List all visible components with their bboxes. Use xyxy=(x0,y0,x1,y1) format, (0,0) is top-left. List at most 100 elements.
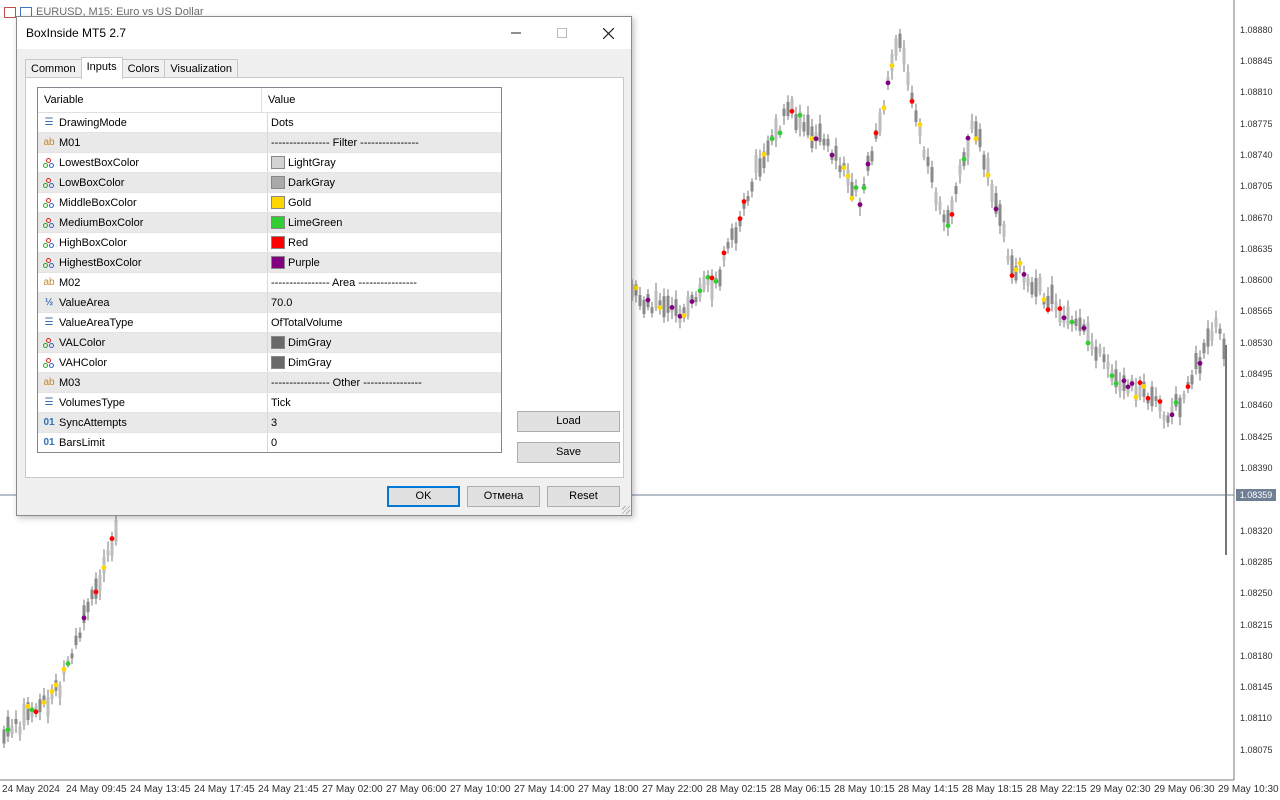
input-row-volumestype[interactable]: ☰ VolumesType Tick xyxy=(38,393,501,413)
input-row-barslimit[interactable]: 01 BarsLimit 0 xyxy=(38,433,501,452)
color-swatch xyxy=(271,356,285,369)
value-text: DimGray xyxy=(288,336,332,349)
candle-body xyxy=(98,575,102,592)
value-text: LightGray xyxy=(288,156,336,169)
value-text: Red xyxy=(288,236,309,249)
box-dot xyxy=(1009,273,1015,278)
price-tick-label: 1.08390 xyxy=(1240,463,1273,473)
candle-body xyxy=(642,299,646,315)
value-cell[interactable]: DimGray xyxy=(268,333,501,352)
variable-cell: 01 SyncAttempts xyxy=(38,413,268,432)
box-dot xyxy=(889,63,895,69)
maximize-button xyxy=(539,17,585,49)
box-dot xyxy=(945,223,951,229)
input-row-m01[interactable]: ab M01 ---------------- Filter -----------… xyxy=(38,133,501,153)
double-icon: ½ xyxy=(44,297,54,308)
box-dot xyxy=(1013,267,1019,272)
value-cell[interactable]: DimGray xyxy=(268,353,501,372)
variable-cell: 01 BarsLimit xyxy=(38,433,268,452)
price-tick-label: 1.08075 xyxy=(1240,745,1273,755)
box-dot xyxy=(669,304,675,310)
resize-grip-icon[interactable] xyxy=(622,506,630,514)
value-cell[interactable]: LimeGreen xyxy=(268,213,501,232)
time-tick-label: 27 May 22:00 xyxy=(642,784,703,795)
ok-button[interactable]: OK xyxy=(387,486,460,507)
value-cell[interactable]: 0 xyxy=(268,433,501,452)
string-icon: ab xyxy=(43,277,55,288)
value-cell[interactable]: 70.0 xyxy=(268,293,501,312)
value-cell[interactable]: Red xyxy=(268,233,501,252)
input-row-vahcolor[interactable]: VAHColor DimGray xyxy=(38,353,501,373)
time-tick-label: 27 May 06:00 xyxy=(386,784,447,795)
candle-body xyxy=(1118,379,1122,392)
input-row-lowestboxcolor[interactable]: LowestBoxColor LightGray xyxy=(38,153,501,173)
candle-body xyxy=(998,204,1002,226)
tab-visualization[interactable]: Visualization xyxy=(164,59,238,79)
save-button[interactable]: Save xyxy=(517,442,620,463)
box-dot xyxy=(5,727,11,733)
value-column-header[interactable]: Value xyxy=(262,88,501,112)
input-row-mediumboxcolor[interactable]: MediumBoxColor LimeGreen xyxy=(38,213,501,233)
int-icon: 01 xyxy=(43,417,55,428)
value-cell[interactable]: Tick xyxy=(268,393,501,412)
input-row-valcolor[interactable]: VALColor DimGray xyxy=(38,333,501,353)
time-tick-label: 28 May 10:15 xyxy=(834,784,895,795)
value-cell[interactable]: ---------------- Filter ---------------- xyxy=(268,133,501,152)
candle-body xyxy=(106,550,110,556)
price-tick-label: 1.08495 xyxy=(1240,369,1273,379)
box-dot xyxy=(1061,315,1067,321)
value-cell[interactable]: DarkGray xyxy=(268,173,501,192)
box-dot xyxy=(853,185,859,190)
candle-body xyxy=(1154,396,1158,401)
value-text: ---------------- Area ---------------- xyxy=(271,276,417,289)
candle-body xyxy=(1086,322,1090,344)
value-cell[interactable]: Gold xyxy=(268,193,501,212)
maximize-icon xyxy=(557,28,567,38)
input-row-valueareatype[interactable]: ☰ ValueAreaType OfTotalVolume xyxy=(38,313,501,333)
color-icon xyxy=(43,157,55,168)
tab-common[interactable]: Common xyxy=(25,59,82,79)
cancel-button[interactable]: Отмена xyxy=(467,486,540,507)
candle-body xyxy=(1050,284,1054,305)
box-dot xyxy=(633,285,639,291)
input-row-m02[interactable]: ab M02 ---------------- Area -------------… xyxy=(38,273,501,293)
value-cell[interactable]: Purple xyxy=(268,253,501,272)
value-cell[interactable]: 3 xyxy=(268,413,501,432)
input-row-highestboxcolor[interactable]: HighestBoxColor Purple xyxy=(38,253,501,273)
candle-body xyxy=(1006,255,1010,261)
candle-body xyxy=(86,601,90,613)
value-cell[interactable]: OfTotalVolume xyxy=(268,313,501,332)
input-row-drawingmode[interactable]: ☰ DrawingMode Dots xyxy=(38,113,501,133)
box-dot xyxy=(861,185,867,191)
input-row-syncattempts[interactable]: 01 SyncAttempts 3 xyxy=(38,413,501,433)
value-cell[interactable]: LightGray xyxy=(268,153,501,172)
load-button[interactable]: Load xyxy=(517,411,620,432)
value-text: DarkGray xyxy=(288,176,336,189)
close-button[interactable] xyxy=(585,17,631,49)
candle-body xyxy=(990,183,994,202)
candle-body xyxy=(1178,397,1182,418)
variable-column-header[interactable]: Variable xyxy=(38,88,262,112)
input-row-valuearea[interactable]: ½ ValueArea 70.0 xyxy=(38,293,501,313)
reset-button[interactable]: Reset xyxy=(547,486,620,507)
input-row-middleboxcolor[interactable]: MiddleBoxColor Gold xyxy=(38,193,501,213)
candle-body xyxy=(782,108,786,116)
box-dot xyxy=(1017,260,1023,266)
box-dot xyxy=(777,130,783,136)
input-row-highboxcolor[interactable]: HighBoxColor Red xyxy=(38,233,501,253)
input-row-m03[interactable]: ab M03 ---------------- Other ------------… xyxy=(38,373,501,393)
variable-name: DrawingMode xyxy=(59,116,127,129)
tab-inputs[interactable]: Inputs xyxy=(80,57,123,79)
value-cell[interactable]: ---------------- Area ---------------- xyxy=(268,273,501,292)
dialog-titlebar[interactable]: BoxInside MT5 2.7 xyxy=(17,17,631,49)
candle-body xyxy=(1078,317,1082,332)
box-dot xyxy=(101,565,107,570)
tab-colors[interactable]: Colors xyxy=(121,59,166,79)
box-dot xyxy=(993,206,999,212)
value-cell[interactable]: ---------------- Other ---------------- xyxy=(268,373,501,392)
input-row-lowboxcolor[interactable]: LowBoxColor DarkGray xyxy=(38,173,501,193)
value-cell[interactable]: Dots xyxy=(268,113,501,132)
price-tick-label: 1.08530 xyxy=(1240,338,1273,348)
candle-body xyxy=(38,699,42,713)
minimize-button[interactable] xyxy=(493,17,539,49)
